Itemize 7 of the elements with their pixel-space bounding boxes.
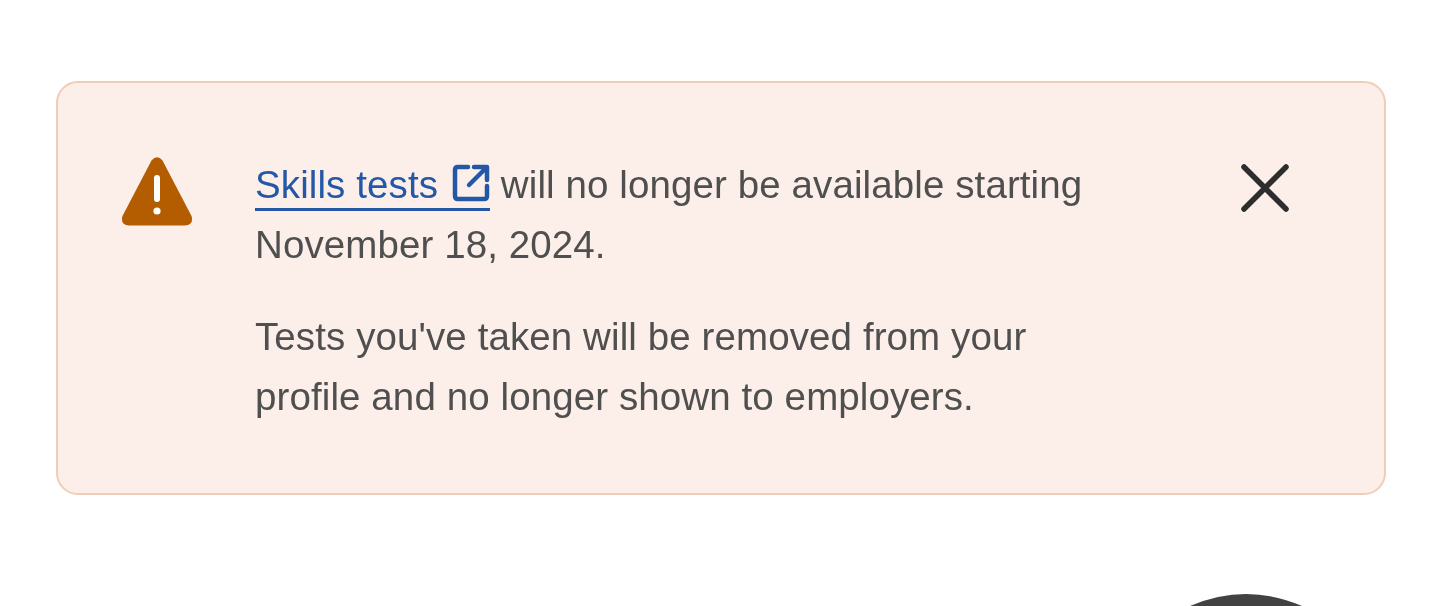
close-button[interactable]: [1240, 163, 1290, 213]
alert-message: Skills tests will no longer be available starting November 18, 2024.: [255, 162, 1084, 268]
warning-icon: [121, 156, 193, 226]
external-link-icon: [452, 164, 491, 202]
floating-button[interactable]: [1190, 594, 1302, 606]
skills-tests-link[interactable]: Skills tests: [255, 163, 491, 211]
alert-detail: Tests you've taken will be removed from your profile and no longer shown to employers.: [255, 314, 1028, 420]
